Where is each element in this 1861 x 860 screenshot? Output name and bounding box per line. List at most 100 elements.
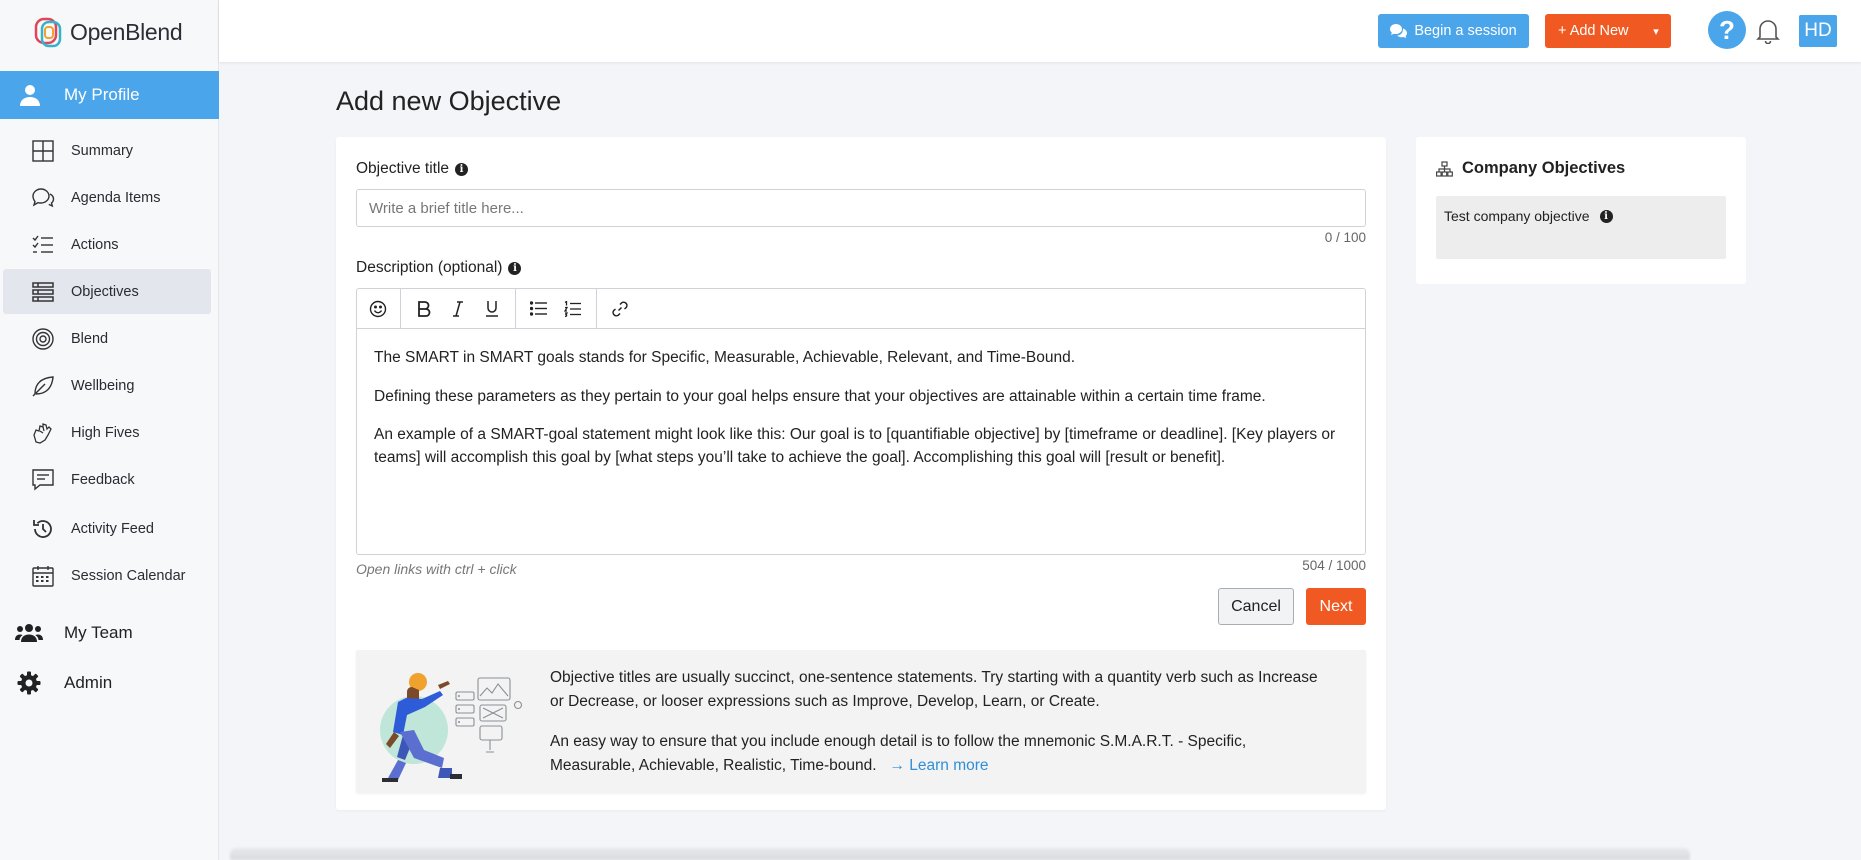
objectives-icon [30,279,56,305]
sidebar-item-my-profile[interactable]: My Profile [0,71,219,119]
history-icon [30,516,56,542]
toolbar-group-link [597,289,643,329]
top-header: Begin a session + Add New ▾ ? HD [219,0,1861,62]
objective-title-label-text: Objective title [356,160,450,177]
company-objective-label: Test company objective [1444,208,1590,224]
emoji-button[interactable] [361,294,395,324]
sidebar-item-label: My Team [64,623,133,642]
sidebar-item-label: Agenda Items [71,189,161,206]
sidebar-item-high-fives[interactable]: High Fives [3,410,211,455]
info-icon[interactable]: i [1599,210,1613,223]
toolbar-group-format [401,288,516,329]
link-button[interactable] [603,294,637,324]
team-icon [15,619,43,647]
person-with-board-illustration [380,673,523,782]
sidebar-item-label: My Profile [64,85,140,104]
sidebar-item-label: Objectives [71,283,139,300]
sidebar-item-wellbeing[interactable]: Wellbeing [3,363,211,408]
avatar[interactable]: HD [1799,15,1837,47]
chevron-down-icon[interactable]: ▾ [1641,25,1671,38]
sidebar-item-label: Blend [71,330,109,347]
sidebar-item-session-calendar[interactable]: Session Calendar [3,553,211,598]
italic-button[interactable] [441,294,475,324]
description-label-text: Description (optional) [356,259,503,276]
underline-button[interactable] [475,294,509,324]
next-button[interactable]: Next [1306,588,1366,625]
cancel-button[interactable]: Cancel [1218,588,1294,625]
editor-toolbar [357,288,1365,329]
tip-text: Objective titles are usually succinct, o… [550,666,1320,794]
begin-session-button[interactable]: Begin a session [1378,14,1529,48]
sidebar-item-label: Session Calendar [71,567,186,584]
tip-box: Objective titles are usually succinct, o… [356,650,1366,793]
sidebar-item-label: Feedback [71,471,135,488]
emoji-icon [369,300,387,317]
sidebar-item-actions[interactable]: Actions [3,222,211,267]
add-new-button[interactable]: + Add New ▾ [1545,14,1671,48]
sidebar-item-activity-feed[interactable]: Activity Feed [3,506,211,551]
numbered-list-icon [564,300,581,317]
add-new-label: + Add New [1558,23,1629,39]
target-icon [30,326,56,352]
calendar-icon [30,563,56,589]
description-paragraph: An example of a SMART-goal statement mig… [374,426,1336,466]
info-icon[interactable]: i [508,261,522,275]
begin-session-label: Begin a session [1414,23,1517,39]
description-paragraph: Defining these parameters as they pertai… [374,387,1266,405]
italic-icon [453,300,463,317]
company-objective-item[interactable]: Test company objective i [1436,196,1726,259]
chat-icon [1390,24,1408,38]
grid-icon [30,138,56,164]
sidebar-item-label: Actions [71,236,119,253]
sidebar-item-objectives[interactable]: Objectives [3,269,211,314]
objective-title-input[interactable] [356,189,1366,227]
sidebar-item-admin[interactable]: Admin [0,661,219,705]
editor-hint: Open links with ctrl + click [356,561,517,577]
sidebar-item-agenda-items[interactable]: Agenda Items [3,175,211,220]
logo[interactable]: OpenBlend [34,16,183,48]
sidebar-item-label: Wellbeing [71,377,135,394]
company-objectives-header: Company Objectives [1436,159,1625,178]
bulleted-list-button[interactable] [522,294,556,324]
tip-paragraph: An easy way to ensure that you include e… [550,730,1320,778]
sidebar: OpenBlend My Profile Summary Agenda Item… [0,0,219,860]
bulleted-list-icon [530,301,547,316]
editor-content[interactable]: The SMART in SMART goals stands for Spec… [357,329,1365,469]
feedback-icon [30,467,56,493]
bell-icon[interactable] [1756,18,1780,44]
bold-icon [418,300,431,317]
info-icon[interactable]: i [455,162,469,176]
description-label: Description (optional) i [356,259,522,277]
link-icon [612,301,628,316]
description-paragraph: The SMART in SMART goals stands for Spec… [374,349,1076,366]
bold-button[interactable] [407,294,441,324]
high-five-icon [30,420,56,446]
sidebar-item-label: Activity Feed [71,520,154,537]
logo-text: OpenBlend [70,18,183,45]
sidebar-item-summary[interactable]: Summary [3,128,211,173]
page-title: Add new Objective [336,86,562,116]
sidebar-item-feedback[interactable]: Feedback [3,457,211,502]
openblend-logo-icon [34,17,62,48]
help-icon: ? [1719,14,1735,45]
title-character-counter: 0 / 100 [1324,230,1366,245]
help-button[interactable]: ? [1708,11,1746,49]
company-objectives-title: Company Objectives [1462,159,1626,177]
toolbar-group-lists [516,288,597,329]
company-objectives-card: Company Objectives Test company objectiv… [1416,137,1746,284]
sidebar-item-blend[interactable]: Blend [3,316,211,361]
objective-title-label: Objective title i [356,160,469,178]
toolbar-group-emoji [357,288,401,329]
description-editor[interactable]: The SMART in SMART goals stands for Spec… [356,288,1366,555]
chat-bubbles-icon [30,185,56,211]
objective-form-card: Objective title i 0 / 100 Description (o… [336,137,1386,810]
checklist-icon [30,232,56,258]
numbered-list-button[interactable] [556,294,590,324]
sidebar-item-label: High Fives [71,424,140,441]
avatar-initials: HD [1804,20,1832,41]
learn-more-link[interactable]: → Learn more [889,757,988,774]
description-character-counter: 504 / 1000 [1302,558,1366,573]
leaf-icon [30,373,56,399]
sidebar-item-my-team[interactable]: My Team [0,611,219,655]
org-chart-icon [1436,160,1453,177]
